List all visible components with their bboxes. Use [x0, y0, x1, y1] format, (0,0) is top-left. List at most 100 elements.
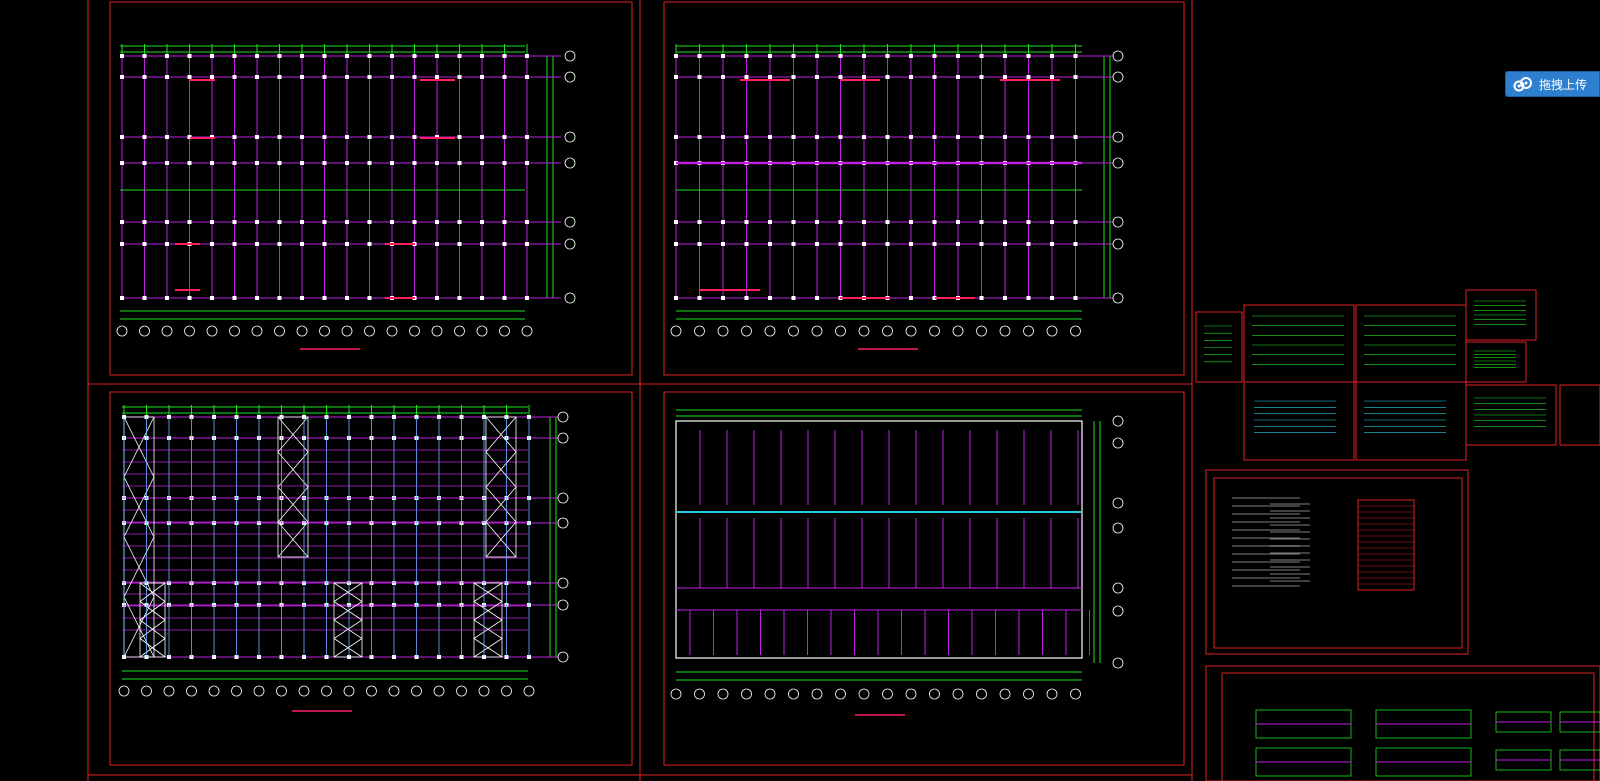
column-marker [367, 135, 372, 139]
grid-bubble [1112, 497, 1124, 509]
grid-bubble [905, 325, 917, 337]
column-marker [165, 220, 169, 224]
column-marker [187, 220, 192, 224]
column-marker [768, 135, 772, 139]
grid-bubble [557, 411, 569, 423]
column-marker [210, 220, 214, 224]
column-marker [791, 296, 796, 300]
column-marker [345, 161, 349, 165]
grid-bubble [717, 325, 729, 337]
grid-bubble [501, 685, 512, 697]
grid-bubble [1070, 325, 1081, 337]
column-marker [791, 54, 796, 58]
column-marker [232, 54, 237, 58]
column-marker [862, 220, 866, 224]
column-marker [909, 296, 913, 300]
column-marker [457, 54, 462, 58]
grid-bubble [161, 325, 173, 337]
grid-bubble [296, 325, 308, 337]
column-marker [480, 75, 484, 79]
grid-bubble [456, 685, 467, 697]
column-marker [255, 161, 259, 165]
column-marker [187, 161, 192, 165]
column-marker [165, 75, 169, 79]
column-marker [412, 220, 417, 224]
grid-bubble [694, 688, 705, 700]
column-marker [480, 135, 484, 139]
column-marker [322, 242, 327, 246]
column-marker [862, 242, 866, 246]
column-marker [300, 220, 304, 224]
grid-bubble [1046, 688, 1058, 700]
grid-bubble [670, 688, 682, 700]
column-marker [744, 220, 749, 224]
column-marker [210, 161, 214, 165]
column-marker [721, 242, 725, 246]
column-marker [697, 54, 702, 58]
column-marker [412, 54, 417, 58]
grid-bubble [557, 651, 569, 663]
column-marker [277, 75, 282, 79]
column-marker [435, 296, 439, 300]
grid-bubble [298, 685, 310, 697]
upload-button[interactable]: 拖拽上传 [1505, 71, 1600, 97]
column-marker [435, 75, 439, 79]
column-marker [480, 161, 484, 165]
column-marker [345, 242, 349, 246]
grid-bubble [564, 238, 576, 250]
column-marker [277, 161, 282, 165]
column-marker [502, 54, 507, 58]
column-marker [1073, 242, 1078, 246]
column-marker [120, 161, 124, 165]
grid-bubble [1112, 71, 1124, 83]
column-marker [345, 75, 349, 79]
column-marker [791, 135, 796, 139]
column-marker [232, 220, 237, 224]
column-marker [345, 296, 349, 300]
thumbnail-frame [1559, 384, 1600, 446]
grid-bubble [741, 688, 752, 700]
grid-bubble [557, 577, 569, 589]
column-marker [322, 220, 327, 224]
grid-bubble [741, 325, 752, 337]
column-marker [277, 135, 282, 139]
column-marker [956, 75, 960, 79]
column-marker [525, 75, 529, 79]
column-marker [979, 135, 984, 139]
column-marker [120, 296, 124, 300]
column-marker [502, 75, 507, 79]
column-marker [345, 135, 349, 139]
column-marker [885, 135, 890, 139]
column-marker [255, 296, 259, 300]
column-marker [1003, 242, 1007, 246]
column-marker [367, 220, 372, 224]
grid-bubble [999, 325, 1011, 337]
column-marker [909, 242, 913, 246]
column-marker [232, 242, 237, 246]
cad-canvas[interactable] [0, 0, 1600, 781]
column-marker [768, 296, 772, 300]
column-marker [1050, 296, 1054, 300]
grid-bubble [1112, 131, 1124, 143]
column-marker [838, 242, 843, 246]
column-marker [187, 75, 192, 79]
column-marker [1050, 135, 1054, 139]
column-marker [815, 220, 819, 224]
column-marker [885, 54, 890, 58]
grid-bubble [564, 292, 576, 304]
column-marker [697, 75, 702, 79]
grid-bubble [1112, 50, 1124, 62]
grid-bubble [499, 325, 510, 337]
grid-bubble [788, 325, 799, 337]
column-marker [1026, 242, 1031, 246]
column-marker [300, 54, 304, 58]
column-marker [956, 135, 960, 139]
grid-bubble [231, 685, 242, 697]
grid-bubble [139, 325, 150, 337]
column-marker [255, 54, 259, 58]
grid-bubble [1070, 688, 1081, 700]
column-marker [457, 135, 462, 139]
column-marker [956, 242, 960, 246]
grid-bubble [454, 325, 465, 337]
column-marker [1026, 135, 1031, 139]
